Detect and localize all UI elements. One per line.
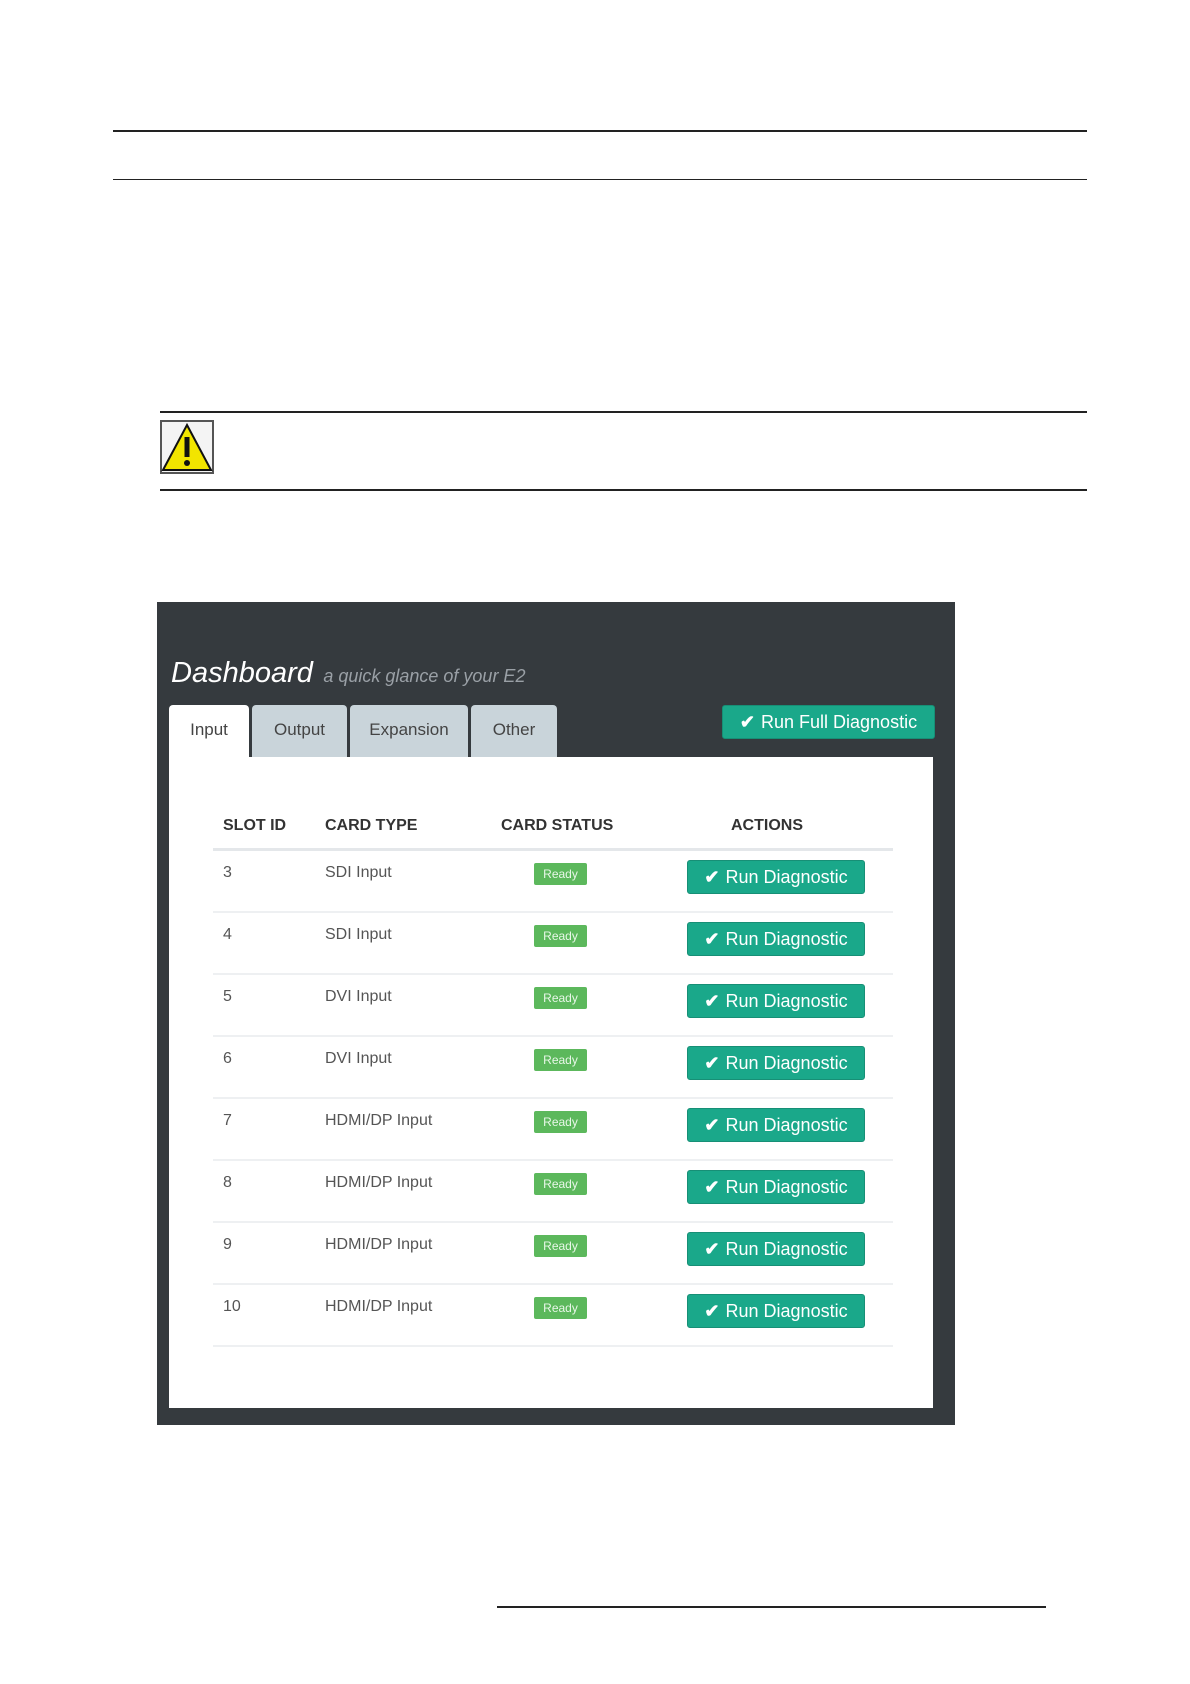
status-badge: Ready xyxy=(534,925,587,947)
table-row: 3 SDI Input Ready ✔ Run Diagnostic xyxy=(213,851,893,913)
check-icon: ✔ xyxy=(704,1239,720,1259)
tab-expansion[interactable]: Expansion xyxy=(350,705,468,757)
card-type: HDMI/DP Input xyxy=(325,1112,433,1129)
tab-label: Other xyxy=(492,720,536,739)
slot-id: 6 xyxy=(223,1050,232,1067)
table-row: 8 HDMI/DP Input Ready ✔ Run Diagnostic xyxy=(213,1161,893,1223)
status-badge: Ready xyxy=(534,1111,587,1133)
run-diagnostic-label: Run Diagnostic xyxy=(725,867,848,887)
table-row: 5 DVI Input Ready ✔ Run Diagnostic xyxy=(213,975,893,1037)
table-row: 4 SDI Input Ready ✔ Run Diagnostic xyxy=(213,913,893,975)
tab-output[interactable]: Output xyxy=(252,705,347,757)
run-diagnostic-label: Run Diagnostic xyxy=(725,1053,848,1073)
card-table: SLOT ID CARD TYPE CARD STATUS ACTIONS 3 … xyxy=(213,805,893,1347)
tab-panel: SLOT ID CARD TYPE CARD STATUS ACTIONS 3 … xyxy=(169,757,933,1408)
run-diagnostic-label: Run Diagnostic xyxy=(725,929,848,949)
run-diagnostic-label: Run Diagnostic xyxy=(725,1177,848,1197)
tab-input[interactable]: Input xyxy=(169,705,249,758)
run-diagnostic-button[interactable]: ✔ Run Diagnostic xyxy=(687,1294,865,1328)
run-diagnostic-button[interactable]: ✔ Run Diagnostic xyxy=(687,984,865,1018)
tab-label: Input xyxy=(190,720,228,739)
dashboard-heading: Dashboard a quick glance of your E2 xyxy=(171,657,525,690)
run-diagnostic-button[interactable]: ✔ Run Diagnostic xyxy=(687,1232,865,1266)
tab-label: Expansion xyxy=(369,720,449,739)
run-diagnostic-button[interactable]: ✔ Run Diagnostic xyxy=(687,1046,865,1080)
check-icon: ✔ xyxy=(704,929,720,949)
warning-rule-bottom xyxy=(160,489,1087,491)
card-type: HDMI/DP Input xyxy=(325,1174,433,1191)
card-type: SDI Input xyxy=(325,864,392,881)
check-icon: ✔ xyxy=(704,1177,720,1197)
status-badge: Ready xyxy=(534,863,587,885)
column-header-card-type: CARD TYPE xyxy=(325,817,418,834)
slot-id: 7 xyxy=(223,1112,232,1129)
slot-id: 5 xyxy=(223,988,232,1005)
table-header: SLOT ID CARD TYPE CARD STATUS ACTIONS xyxy=(213,805,893,851)
slot-id: 8 xyxy=(223,1174,232,1191)
run-diagnostic-label: Run Diagnostic xyxy=(725,1301,848,1321)
check-icon: ✔ xyxy=(704,867,720,887)
card-type: DVI Input xyxy=(325,988,392,1005)
check-icon: ✔ xyxy=(704,1301,720,1321)
status-badge: Ready xyxy=(534,1297,587,1319)
check-icon: ✔ xyxy=(739,712,755,732)
dashboard-subtitle: a quick glance of your E2 xyxy=(323,666,526,686)
tab-label: Output xyxy=(273,720,326,739)
card-type: SDI Input xyxy=(325,926,392,943)
dashboard-screenshot: Dashboard a quick glance of your E2 Inpu… xyxy=(157,602,955,1425)
slot-id: 4 xyxy=(223,926,232,943)
table-row: 7 HDMI/DP Input Ready ✔ Run Diagnostic xyxy=(213,1099,893,1161)
run-diagnostic-button[interactable]: ✔ Run Diagnostic xyxy=(687,922,865,956)
warning-icon xyxy=(160,420,214,474)
column-header-card-status: CARD STATUS xyxy=(501,817,614,834)
header-rule-bottom xyxy=(113,179,1087,180)
table-row: 10 HDMI/DP Input Ready ✔ Run Diagnostic xyxy=(213,1285,893,1347)
status-badge: Ready xyxy=(534,1235,587,1257)
check-icon: ✔ xyxy=(704,1053,720,1073)
tab-other[interactable]: Other xyxy=(471,705,557,757)
run-diagnostic-button[interactable]: ✔ Run Diagnostic xyxy=(687,860,865,894)
card-type: HDMI/DP Input xyxy=(325,1236,433,1253)
slot-id: 10 xyxy=(223,1298,241,1315)
footer-rule xyxy=(497,1606,1046,1608)
check-icon: ✔ xyxy=(704,1115,720,1135)
run-full-diagnostic-label: Run Full Diagnostic xyxy=(761,712,918,732)
run-diagnostic-label: Run Diagnostic xyxy=(725,1239,848,1259)
status-badge: Ready xyxy=(534,1049,587,1071)
card-type: DVI Input xyxy=(325,1050,392,1067)
table-row: 9 HDMI/DP Input Ready ✔ Run Diagnostic xyxy=(213,1223,893,1285)
status-badge: Ready xyxy=(534,987,587,1009)
header-rule-top xyxy=(113,130,1087,132)
run-diagnostic-label: Run Diagnostic xyxy=(725,1115,848,1135)
run-full-diagnostic-button[interactable]: ✔ Run Full Diagnostic xyxy=(722,705,935,739)
slot-id: 3 xyxy=(223,864,232,881)
warning-rule-top xyxy=(160,411,1087,413)
card-type: HDMI/DP Input xyxy=(325,1298,433,1315)
run-diagnostic-label: Run Diagnostic xyxy=(725,991,848,1011)
dashboard-title: Dashboard xyxy=(171,657,313,689)
table-row: 6 DVI Input Ready ✔ Run Diagnostic xyxy=(213,1037,893,1099)
run-diagnostic-button[interactable]: ✔ Run Diagnostic xyxy=(687,1108,865,1142)
column-header-actions: ACTIONS xyxy=(731,817,803,834)
slot-id: 9 xyxy=(223,1236,232,1253)
run-diagnostic-button[interactable]: ✔ Run Diagnostic xyxy=(687,1170,865,1204)
check-icon: ✔ xyxy=(704,991,720,1011)
status-badge: Ready xyxy=(534,1173,587,1195)
column-header-slot-id: SLOT ID xyxy=(223,817,287,834)
